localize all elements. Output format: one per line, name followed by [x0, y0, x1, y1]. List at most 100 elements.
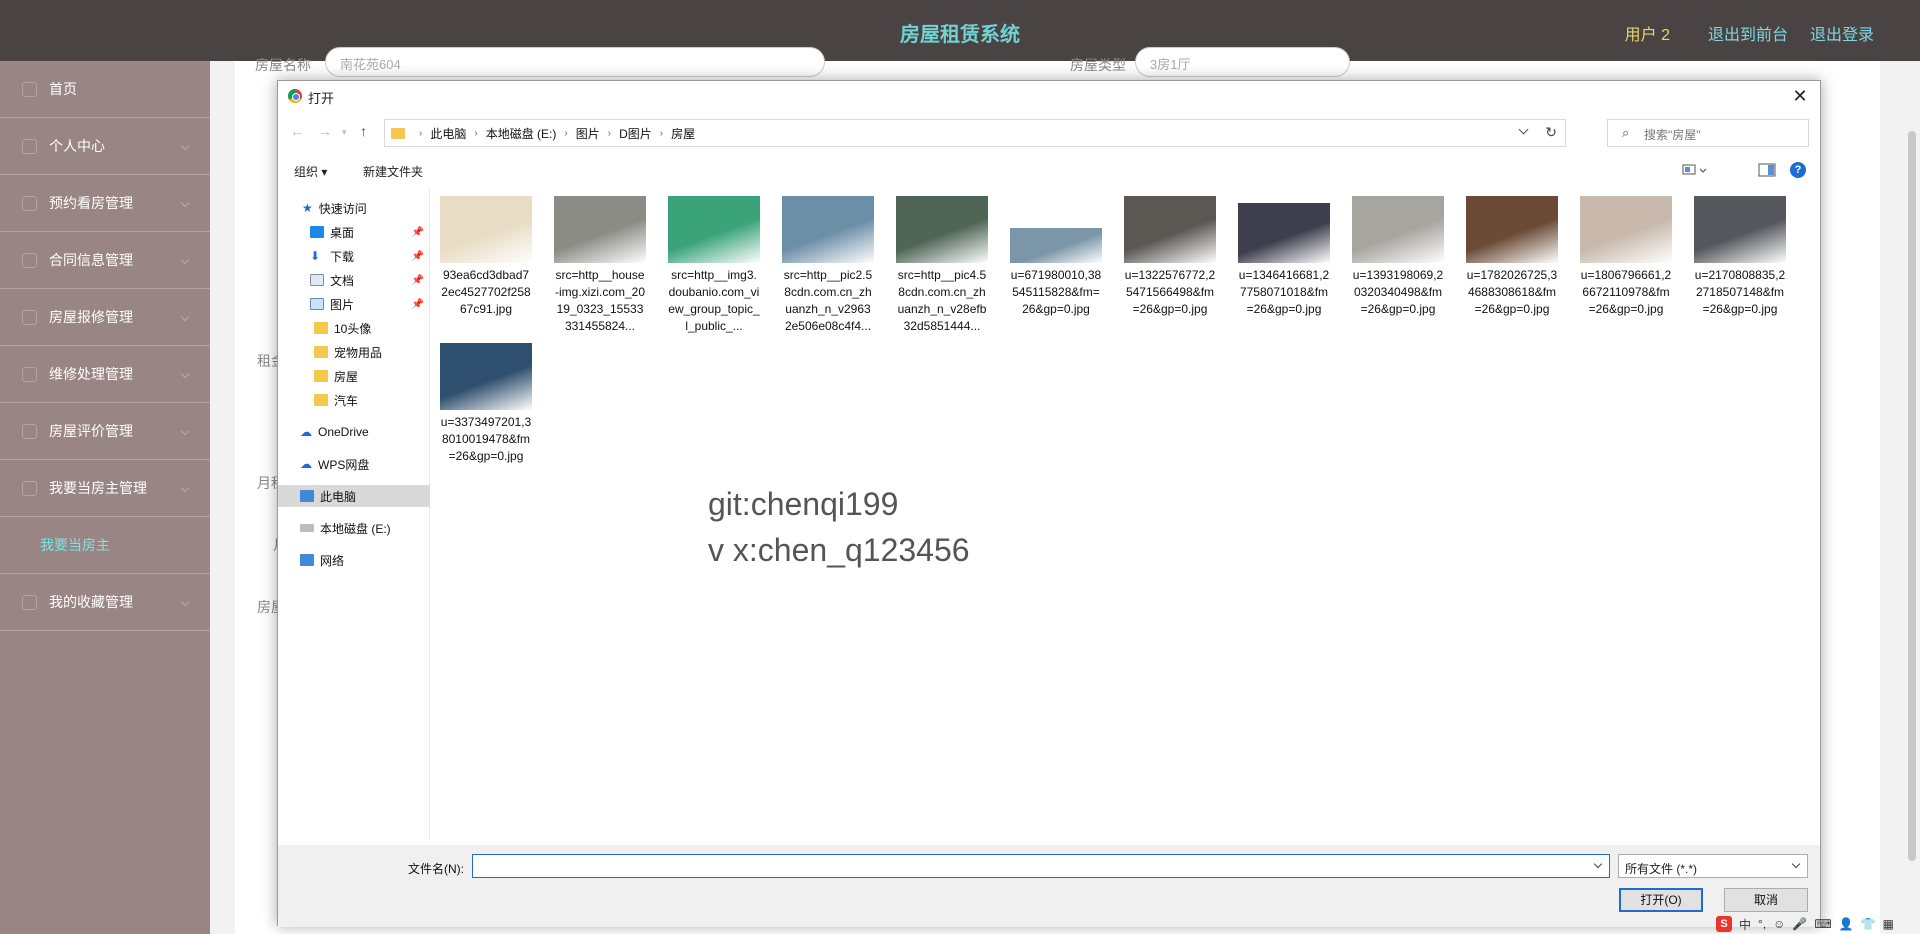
breadcrumb-local-disk[interactable]: 本地磁盘 (E:)	[486, 125, 557, 142]
sogou-logo-icon[interactable]: S	[1716, 916, 1732, 932]
up-arrow-icon[interactable]: ↑	[360, 123, 367, 139]
chevron-down-icon	[180, 369, 190, 379]
close-button[interactable]: ✕	[1786, 83, 1814, 109]
sidebar-item-contract[interactable]: 合同信息管理	[0, 232, 210, 289]
sidebar-item-repair[interactable]: 房屋报修管理	[0, 289, 210, 346]
pin-icon: 📌	[411, 274, 424, 286]
ime-toolbar: S 中 °, ☺ 🎤 ⌨ 👤 👕 ▦	[1710, 914, 1920, 934]
sidebar-subitem-become-landlord[interactable]: 我要当房主	[0, 517, 210, 574]
skin-icon[interactable]: 👕	[1861, 917, 1876, 931]
nav-this-pc[interactable]: 此电脑	[278, 485, 430, 507]
chevron-down-icon	[180, 312, 190, 322]
address-bar[interactable]: › 此电脑 › 本地磁盘 (E:) › 图片 › D图片 › 房屋 ↻	[384, 119, 1566, 147]
sidebar-item-review[interactable]: 房屋评价管理	[0, 403, 210, 460]
keyboard-icon[interactable]: ⌨	[1814, 917, 1831, 931]
file-item[interactable]: u=3373497201,38010019478&fm=26&gp=0.jpg	[440, 343, 532, 465]
computer-icon	[300, 490, 314, 502]
file-item[interactable]: u=1322576772,25471566498&fm=26&gp=0.jpg	[1124, 196, 1216, 318]
file-thumbnail	[896, 196, 988, 263]
breadcrumb-houses[interactable]: 房屋	[671, 125, 695, 142]
house-name-label: 房屋名称	[255, 57, 311, 73]
file-item[interactable]: u=2170808835,22718507148&fm=26&gp=0.jpg	[1694, 196, 1786, 318]
ime-language[interactable]: 中	[1739, 916, 1751, 933]
file-thumbnail	[1580, 196, 1672, 263]
file-thumbnail	[1466, 196, 1558, 263]
sidebar-item-profile[interactable]: 个人中心	[0, 118, 210, 175]
ime-punctuation[interactable]: °,	[1758, 917, 1766, 931]
current-user[interactable]: 用户 2	[1625, 21, 1670, 45]
address-dropdown-icon[interactable]	[1518, 124, 1529, 135]
house-name-input[interactable]: 南花苑604	[325, 47, 825, 77]
new-folder-button[interactable]: 新建文件夹	[363, 163, 423, 180]
file-type-select[interactable]: 所有文件 (*.*)	[1618, 854, 1808, 878]
emoji-icon[interactable]: ☺	[1773, 917, 1785, 931]
recent-chevron-icon[interactable]: ▾	[342, 127, 347, 138]
nav-folder-houses[interactable]: 房屋	[278, 365, 430, 387]
file-thumbnail	[782, 196, 874, 263]
nav-local-disk[interactable]: 本地磁盘 (E:)	[278, 517, 430, 539]
nav-folder-cars[interactable]: 汽车	[278, 389, 430, 411]
dialog-title: 打开	[308, 91, 335, 106]
chevron-right-icon: ›	[607, 127, 612, 139]
grid-icon[interactable]: ▦	[1883, 917, 1894, 931]
organize-button[interactable]: 组织 ▾	[294, 163, 327, 180]
file-item[interactable]: src=http__pic2.58cdn.com.cn_zhuanzh_n_v2…	[782, 196, 874, 335]
forward-arrow-icon[interactable]: →	[318, 123, 332, 139]
grid-icon	[22, 423, 37, 439]
nav-desktop[interactable]: 桌面 📌	[278, 221, 430, 243]
nav-folder-avatars[interactable]: 10头像	[278, 317, 430, 339]
user-icon[interactable]: 👤	[1839, 917, 1854, 931]
chevron-down-icon	[180, 141, 190, 151]
nav-wps[interactable]: ☁ WPS网盘	[278, 453, 430, 475]
breadcrumb-d-pictures[interactable]: D图片	[619, 125, 652, 142]
document-icon	[310, 274, 324, 286]
sidebar-item-favorites[interactable]: 我的收藏管理	[0, 574, 210, 631]
back-to-front-link[interactable]: 退出到前台	[1708, 21, 1788, 45]
folder-icon	[314, 370, 328, 382]
sidebar-item-viewing[interactable]: 预约看房管理	[0, 175, 210, 232]
logout-link[interactable]: 退出登录	[1810, 21, 1874, 45]
nav-folder-pets[interactable]: 宠物用品	[278, 341, 430, 363]
file-item[interactable]: u=1346416681,27758071018&fm=26&gp=0.jpg	[1238, 196, 1330, 318]
search-icon: ⌕	[1622, 125, 1630, 140]
sidebar-item-maintenance[interactable]: 维修处理管理	[0, 346, 210, 403]
breadcrumb-this-pc[interactable]: 此电脑	[430, 125, 466, 142]
chevron-down-icon	[1791, 859, 1801, 869]
filename-input[interactable]	[472, 854, 1610, 878]
page-scrollbar[interactable]	[1908, 131, 1916, 861]
search-input[interactable]: ⌕ 搜索"房屋"	[1607, 119, 1809, 147]
microphone-icon[interactable]: 🎤	[1792, 917, 1807, 931]
nav-pictures[interactable]: 图片 📌	[278, 293, 430, 315]
top-header: 房屋租赁系统 用户 2 退出到前台 退出登录	[0, 0, 1920, 61]
file-item[interactable]: u=1393198069,20320340498&fm=26&gp=0.jpg	[1352, 196, 1444, 318]
file-thumbnail	[1238, 203, 1330, 263]
nav-quick-access[interactable]: ★ 快速访问	[278, 197, 430, 219]
refresh-icon[interactable]: ↻	[1545, 124, 1557, 141]
sidebar-item-landlord[interactable]: 我要当房主管理	[0, 460, 210, 517]
file-item[interactable]: u=671980010,38545115828&fm=26&gp=0.jpg	[1010, 196, 1102, 318]
nav-documents[interactable]: 文档 📌	[278, 269, 430, 291]
file-item[interactable]: 93ea6cd3dbad72ec4527702f25867c91.jpg	[440, 196, 532, 318]
chevron-right-icon: ›	[419, 127, 423, 139]
file-item[interactable]: u=1806796661,26672110978&fm=26&gp=0.jpg	[1580, 196, 1672, 318]
sidebar-item-home[interactable]: 首页	[0, 61, 210, 118]
chevron-down-icon	[180, 426, 190, 436]
nav-onedrive[interactable]: ☁ OneDrive	[278, 421, 430, 443]
filename-label: 文件名(N):	[408, 862, 464, 876]
nav-network[interactable]: 网络	[278, 549, 430, 571]
chevron-down-icon[interactable]	[1593, 859, 1603, 869]
house-type-select[interactable]: 3房1厅	[1135, 47, 1350, 77]
cancel-button[interactable]: 取消	[1724, 888, 1808, 912]
preview-pane-icon[interactable]	[1758, 162, 1776, 181]
file-item[interactable]: u=1782026725,34688308618&fm=26&gp=0.jpg	[1466, 196, 1558, 318]
file-thumbnail	[554, 196, 646, 263]
open-button[interactable]: 打开(O)	[1619, 888, 1703, 912]
file-item[interactable]: src=http__house-img.xizi.com_2019_0323_1…	[554, 196, 646, 335]
help-icon[interactable]: ?	[1790, 162, 1806, 178]
breadcrumb-pictures[interactable]: 图片	[576, 125, 600, 142]
nav-downloads[interactable]: ⬇ 下载 📌	[278, 245, 430, 267]
view-options-icon[interactable]	[1682, 162, 1708, 181]
file-item[interactable]: src=http__pic4.58cdn.com.cn_zhuanzh_n_v2…	[896, 196, 988, 335]
back-arrow-icon[interactable]: ←	[290, 123, 304, 139]
file-item[interactable]: src=http__img3.doubanio.com_view_group_t…	[668, 196, 760, 335]
